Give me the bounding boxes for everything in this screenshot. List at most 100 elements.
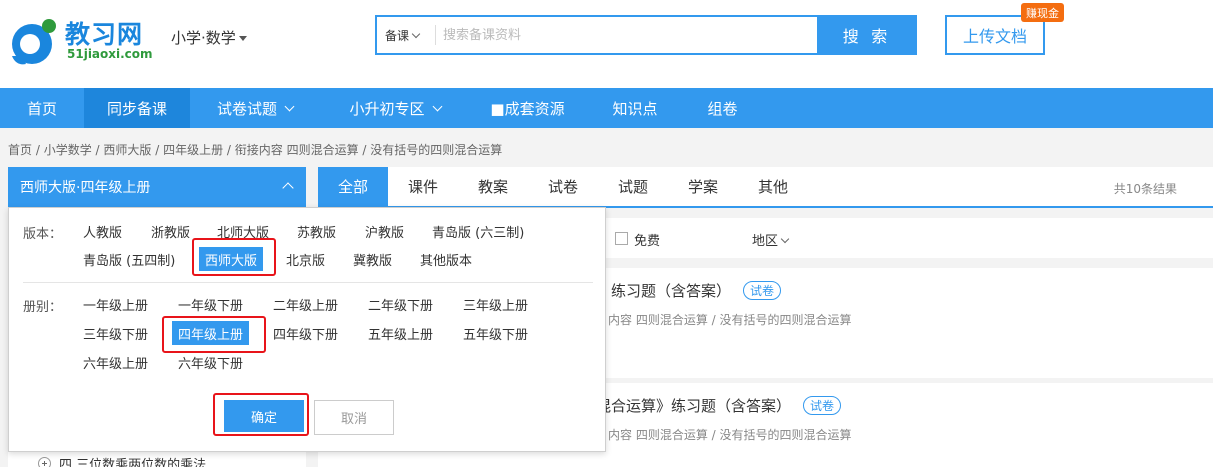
result-title-text: 混合运算》练习题（含答案）	[596, 397, 792, 415]
logo-title: 教习网	[65, 20, 144, 49]
tab-label: 学案	[687, 178, 718, 196]
search-type-label: 备课	[385, 29, 410, 43]
nav-label: 组卷	[707, 99, 738, 118]
version-option[interactable]: 青岛版 (六三制)	[426, 219, 530, 243]
version-option[interactable]: 苏教版	[291, 219, 342, 243]
tab-other[interactable]: 其他	[738, 167, 808, 206]
version-option[interactable]: 冀教版	[347, 247, 398, 271]
search-type-select[interactable]: 备课	[385, 27, 421, 44]
grade-row-label: 册别：	[23, 300, 63, 315]
free-label: 免费	[634, 234, 661, 249]
tab-label: 教案	[477, 178, 508, 196]
nav-item-compose[interactable]: 组卷	[685, 88, 760, 128]
free-checkbox[interactable]	[615, 232, 628, 245]
tab-label: 试题	[617, 178, 648, 196]
tab-label: 全部	[337, 178, 368, 196]
version-option[interactable]: 沪教版	[359, 219, 410, 243]
site-logo[interactable]: 教习网 51jiaoxi.com	[8, 14, 158, 65]
chevron-up-icon	[282, 182, 294, 194]
tab-study-plan[interactable]: 学案	[668, 167, 738, 206]
subject-label: 小学·数学	[171, 29, 236, 47]
nav-item-entrance[interactable]: 小升初专区	[320, 88, 470, 128]
cancel-button[interactable]: 取消	[314, 400, 394, 435]
header: 教习网 51jiaoxi.com 小学·数学 备课 搜 索 上传文档 赚现金	[0, 0, 1213, 88]
grade-option[interactable]: 一年级上册	[77, 292, 154, 316]
logo-domain: 51jiaoxi.com	[67, 47, 153, 61]
tab-courseware[interactable]: 课件	[388, 167, 458, 206]
confirm-button[interactable]: 确定	[224, 400, 304, 432]
search-divider	[435, 25, 436, 45]
breadcrumb-item[interactable]: 西师大版	[103, 143, 151, 157]
tab-label: 课件	[407, 178, 438, 196]
result-title[interactable]: 》练习题（含答案） 试卷	[596, 280, 782, 301]
version-selector[interactable]: 西师大版·四年级上册	[8, 167, 306, 207]
version-option[interactable]: 北京版	[280, 247, 331, 271]
panel-divider	[23, 282, 593, 283]
tab-question[interactable]: 试题	[598, 167, 668, 206]
breadcrumb-item[interactable]: 小学数学	[44, 143, 92, 157]
nav-item-sets[interactable]: ■成套资源	[470, 88, 585, 128]
nav-label: 首页	[26, 99, 57, 118]
grade-option[interactable]: 六年级下册	[172, 350, 249, 374]
tree-item-label: 四 三位数乘两位数的乘法	[59, 458, 207, 467]
version-option-selected[interactable]: 西师大版	[199, 247, 264, 271]
tree-item[interactable]: 四 三位数乘两位数的乘法	[38, 454, 206, 467]
nav-label: 同步备课	[106, 99, 167, 118]
search-input[interactable]	[443, 23, 803, 47]
region-filter[interactable]: 地区	[752, 230, 790, 249]
grade-option[interactable]: 三年级下册	[77, 321, 154, 345]
nav-item-papers[interactable]: 试卷试题	[190, 88, 320, 128]
grade-option[interactable]: 二年级下册	[362, 292, 439, 316]
breadcrumb-item[interactable]: 没有括号的四则混合运算	[370, 143, 502, 157]
grade-option[interactable]: 一年级下册	[172, 292, 249, 316]
nav-label: ■成套资源	[490, 99, 565, 118]
grade-option[interactable]: 二年级上册	[267, 292, 344, 316]
version-selector-label: 西师大版·四年级上册	[20, 180, 151, 196]
grade-option-selected[interactable]: 四年级上册	[172, 321, 250, 345]
tab-lesson-plan[interactable]: 教案	[458, 167, 528, 206]
grade-option[interactable]: 六年级上册	[77, 350, 154, 374]
nav-label: 小升初专区	[349, 99, 425, 118]
tab-all[interactable]: 全部	[318, 167, 388, 206]
caret-down-icon	[238, 36, 247, 41]
version-option[interactable]: 北师大版	[211, 219, 275, 243]
breadcrumb-item[interactable]: 衔接内容 四则混合运算	[235, 143, 359, 157]
main-nav: 首页 同步备课 试卷试题 小升初专区 ■成套资源 知识点 组卷	[0, 88, 1213, 128]
tab-label: 试卷	[547, 178, 578, 196]
grade-option[interactable]: 四年级下册	[267, 321, 344, 345]
search-button[interactable]: 搜 索	[817, 15, 917, 55]
subject-select[interactable]: 小学·数学	[171, 27, 247, 48]
breadcrumb-item[interactable]: 首页	[8, 143, 32, 157]
nav-item-sync-prep[interactable]: 同步备课	[84, 88, 190, 128]
chevron-down-icon	[284, 101, 295, 111]
breadcrumb-item[interactable]: 四年级上册	[163, 143, 223, 157]
tab-label: 其他	[757, 178, 788, 196]
nav-label: 知识点	[612, 99, 658, 118]
grade-option[interactable]: 五年级上册	[362, 321, 439, 345]
chevron-down-icon	[432, 101, 442, 111]
grade-option[interactable]: 五年级下册	[457, 321, 534, 345]
version-option[interactable]: 人教版	[77, 219, 128, 243]
result-count: 共10条结果	[1113, 182, 1177, 196]
version-option[interactable]: 其他版本	[414, 247, 478, 271]
chevron-down-icon	[411, 29, 421, 39]
search-box: 备课 搜 索	[375, 15, 917, 55]
tab-paper[interactable]: 试卷	[528, 167, 598, 206]
result-title[interactable]: 混合运算》练习题（含答案） 试卷	[596, 395, 842, 416]
version-grade-panel: 版本： 人教版 浙教版 北师大版 苏教版 沪教版 青岛版 (六三制) 青岛版 (…	[8, 207, 606, 452]
logo-mark-icon	[12, 19, 56, 65]
result-title-text: 》练习题（含答案）	[596, 282, 732, 300]
earn-cash-badge: 赚现金	[1021, 3, 1064, 22]
chevron-down-icon	[780, 234, 790, 244]
nav-item-home[interactable]: 首页	[0, 88, 84, 128]
grade-option[interactable]: 三年级上册	[457, 292, 534, 316]
nav-item-knowledge[interactable]: 知识点	[585, 88, 685, 128]
result-path: 内容 四则混合运算 / 没有括号的四则混合运算	[608, 313, 852, 327]
region-label: 地区	[752, 234, 779, 249]
result-tag: 试卷	[803, 396, 842, 415]
version-option[interactable]: 浙教版	[145, 219, 196, 243]
expand-plus-icon[interactable]	[38, 457, 51, 467]
version-option[interactable]: 青岛版 (五四制)	[77, 247, 181, 271]
resource-tabs: 全部 课件 教案 试卷 试题 学案 其他 共10条结果	[318, 167, 1213, 208]
result-path: 内容 四则混合运算 / 没有括号的四则混合运算	[608, 428, 852, 442]
